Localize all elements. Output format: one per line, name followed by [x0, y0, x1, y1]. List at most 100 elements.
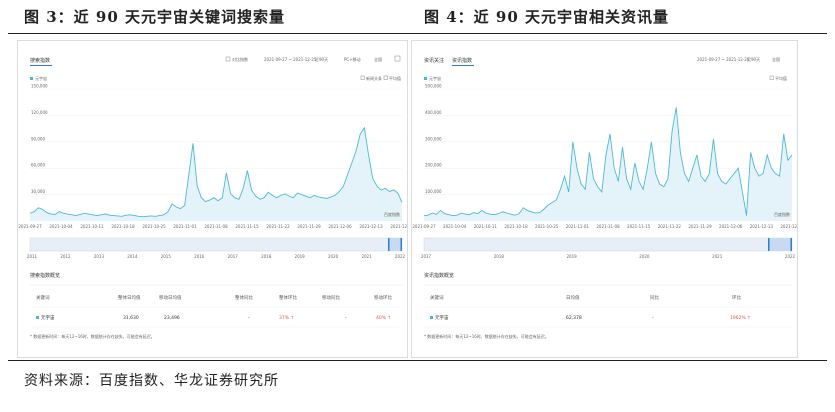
summary-header: 移动环比 — [374, 294, 392, 301]
summary-data-row: 元宇宙 62,378 - 1962% ↑ — [430, 314, 751, 321]
watermark: 百度指数 — [774, 211, 790, 217]
navigator-year-label: 2011 — [27, 254, 38, 259]
navigator-year-label: 2020 — [639, 254, 650, 259]
avg-toggle-label: 平均值 — [775, 75, 787, 81]
x-tick-label: 2021-10-04 — [443, 224, 467, 229]
summary-header: 移动日均值 — [159, 294, 182, 301]
period-select[interactable]: 近90天 — [315, 56, 328, 62]
date-range[interactable]: 2021-09-27 ~ 2021-12-25 — [264, 57, 317, 62]
range-navigator[interactable] — [29, 237, 403, 252]
x-tick-label: 2021-09-27 — [18, 224, 42, 229]
x-tick-label: 2021-11-08 — [204, 224, 228, 229]
avg-toggle-checkbox[interactable] — [769, 75, 774, 80]
x-tick-label: 2021-11-29 — [297, 224, 321, 229]
series-area — [424, 107, 792, 221]
summary-header: 移动同比 — [322, 294, 340, 301]
x-tick-label: 2021-12-13 — [359, 224, 383, 229]
x-tick-label: 2021-10-18 — [111, 224, 135, 229]
legend-label: 元宇宙 — [429, 75, 441, 81]
search-index-svg: 搜索指数 对比指数 2021-09-27 ~ 2021-12-25 近90天 P… — [18, 55, 407, 339]
summary-header: 同比 — [650, 294, 659, 301]
navigator-year-label: 2013 — [94, 254, 105, 259]
x-tick-label: 2021-10-11 — [474, 224, 498, 229]
summary-header: 整体环比 — [279, 294, 297, 301]
range-handle-left[interactable] — [388, 238, 390, 251]
row-swatch — [36, 316, 39, 319]
region-select[interactable]: 全国 — [374, 56, 382, 62]
navigator-year-label: 2016 — [194, 254, 205, 259]
navigator-year-label: 2019 — [295, 254, 306, 259]
navigator-year-label: 2020 — [328, 254, 339, 259]
x-tick-label: 2021-10-25 — [535, 224, 559, 229]
date-range[interactable]: 2021-09-27 ~ 2021-12-25 — [697, 57, 750, 62]
x-tick-label: 2021-12-13 — [750, 224, 774, 229]
news-toggle-checkbox[interactable] — [360, 75, 365, 80]
footnote: * 数据更新时间：每天12~16时，数据统计存在缺失，可能会有延迟。 — [30, 333, 155, 339]
summary-header: 环比 — [732, 294, 741, 301]
news-index-svg: 资讯关注 资讯指数 2021-09-27 ~ 2021-12-25 近90天 全… — [412, 56, 797, 339]
figure-4-title: 图 4：近 90 天元宇宙相关资讯量 — [424, 8, 669, 26]
summary-data-row: 元宇宙 31,630 23,496 - 37% ↑ - 40% ↑ — [36, 314, 391, 321]
y-tick-label: 300,000 — [425, 136, 442, 141]
y-tick-label: 60,000 — [31, 163, 45, 168]
summary-daily-avg: 62,378 — [566, 315, 582, 321]
tab-search-index[interactable]: 搜索指数 — [30, 57, 50, 64]
news-index-panel: 资讯关注 资讯指数 2021-09-27 ~ 2021-12-25 近90天 全… — [411, 40, 798, 358]
x-tick-label: 2021-10-18 — [504, 224, 528, 229]
summary-title: 搜索指数概览 — [30, 272, 60, 279]
y-tick-label: 400,000 — [425, 110, 442, 115]
summary-title: 资讯指数概览 — [424, 272, 454, 279]
navigator-years: 2017 2018 2019 2020 2021 2022 — [421, 254, 796, 259]
y-tick-label: 120,000 — [31, 110, 48, 115]
y-tick-label: 90,000 — [31, 136, 45, 141]
y-tick-label: 100,000 — [425, 189, 442, 194]
tab-news-attention[interactable]: 资讯关注 — [424, 57, 444, 64]
avg-toggle-checkbox[interactable] — [383, 75, 388, 80]
tab-news-index[interactable]: 资讯指数 — [452, 57, 472, 64]
summary-header: 关键词 — [430, 294, 444, 301]
x-tick-label: 2021-11-22 — [266, 224, 290, 229]
summary-overall-mom: 37% ↑ — [279, 315, 294, 321]
y-tick-label: 200,000 — [425, 163, 442, 168]
compare-label: 对比指数 — [232, 56, 248, 62]
summary-keyword: 元宇宙 — [435, 314, 449, 321]
legend-label: 元宇宙 — [35, 75, 47, 81]
period-select[interactable]: 近90天 — [747, 56, 760, 62]
range-handle-left[interactable] — [768, 238, 770, 251]
export-icon[interactable] — [394, 55, 401, 62]
range-selection — [388, 238, 402, 251]
watermark: 百度指数 — [384, 211, 400, 217]
x-tick-label: 2021-12-06 — [719, 224, 743, 229]
range-navigator[interactable] — [423, 237, 793, 252]
navigator-year-label: 2018 — [494, 254, 505, 259]
row-swatch — [430, 316, 433, 319]
range-handle-right[interactable] — [790, 238, 793, 251]
summary-mobile-mom: 40% ↑ — [376, 315, 391, 321]
x-tick-label: 2021-12-20 — [390, 224, 407, 229]
x-tick-label: 2021-10-11 — [80, 224, 104, 229]
range-handle-right[interactable] — [400, 238, 403, 251]
summary-header: 日均值 — [566, 294, 580, 301]
navigator-year-label: 2021 — [712, 254, 723, 259]
navigator-year-label: 2017 — [421, 254, 432, 259]
x-tick-label: 2021-12-06 — [328, 224, 352, 229]
avg-toggle-label: 平均值 — [389, 75, 401, 81]
x-tick-label: 2021-11-08 — [596, 224, 620, 229]
summary-overall-yoy: - — [248, 316, 250, 321]
summary-mobile-yoy: - — [345, 316, 347, 321]
range-selection — [768, 238, 792, 251]
legend-swatch — [30, 77, 33, 80]
region-select[interactable]: 全国 — [772, 56, 780, 62]
y-tick-label: 500,000 — [425, 84, 442, 89]
navigator-year-label: 2017 — [228, 254, 239, 259]
navigator-year-label: 2019 — [567, 254, 578, 259]
x-tick-label: 2021-11-15 — [627, 224, 651, 229]
device-select[interactable]: PC+移动 — [344, 56, 361, 62]
search-index-panel: 搜索指数 对比指数 2021-09-27 ~ 2021-12-25 近90天 P… — [17, 40, 408, 358]
x-tick-label: 2021-11-15 — [235, 224, 259, 229]
navigator-year-label: 2012 — [60, 254, 71, 259]
summary-mom: 1962% ↑ — [730, 315, 751, 321]
footnote: * 数据更新时间：每天12~16时，数据统计存在缺失，可能会有延迟。 — [424, 333, 549, 339]
compare-checkbox[interactable] — [225, 56, 231, 62]
navigator-year-label: 2021 — [361, 254, 372, 259]
